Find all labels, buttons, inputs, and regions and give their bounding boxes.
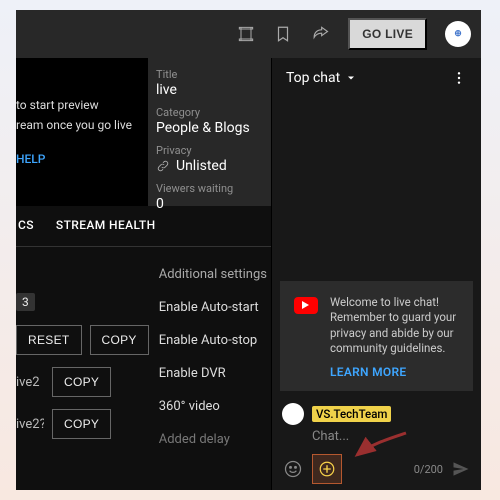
chat-panel: Top chat Welcome to live chat! Remember … xyxy=(271,58,481,490)
help-link[interactable]: HELP xyxy=(16,152,148,166)
viewers-value: 0 xyxy=(156,196,263,212)
privacy-value: Unlisted xyxy=(156,158,263,174)
settings-area: 3 RESET COPY ive2 COPY ive2? COPY xyxy=(16,247,271,447)
preview-line2: ream once you go live xyxy=(16,118,148,132)
copy-button-3[interactable]: COPY xyxy=(52,409,111,439)
chat-user-row: VS.TechTeam xyxy=(282,403,471,425)
dashboard-icon[interactable] xyxy=(236,24,256,44)
tab-stream-health[interactable]: STREAM HEALTH xyxy=(42,206,170,246)
link-icon xyxy=(156,159,170,173)
settings-right: Additional settings Enable Auto-start En… xyxy=(159,261,267,447)
chat-header: Top chat xyxy=(272,58,481,98)
app-window: GO LIVE ⊕ to start preview ream once you… xyxy=(16,10,481,490)
badge-3: 3 xyxy=(16,293,35,311)
notice-text: Welcome to live chat! Remember to guard … xyxy=(330,295,459,357)
reset-copy-row: RESET COPY xyxy=(16,325,149,355)
send-icon[interactable] xyxy=(451,459,471,479)
left-panel: to start preview ream once you go live H… xyxy=(16,58,271,490)
title-label: Title xyxy=(156,68,263,81)
setting-360[interactable]: 360° video xyxy=(159,399,267,414)
tabs: CS STREAM HEALTH xyxy=(16,206,271,247)
key-row-1: ive2 COPY xyxy=(16,367,149,397)
category-value: People & Blogs xyxy=(156,120,263,136)
settings-left: 3 RESET COPY ive2 COPY ive2? COPY xyxy=(16,261,149,447)
chat-input[interactable]: Chat... xyxy=(312,429,471,444)
category-label: Category xyxy=(156,106,263,119)
setting-auto-start[interactable]: Enable Auto-start xyxy=(159,300,267,315)
privacy-label: Privacy xyxy=(156,144,263,157)
copy-button-2[interactable]: COPY xyxy=(52,367,111,397)
chat-user-avatar xyxy=(282,403,304,425)
additional-settings-title: Additional settings xyxy=(159,267,267,282)
chat-bottom-bar: 0/200 xyxy=(272,450,481,490)
go-live-button[interactable]: GO LIVE xyxy=(348,18,427,50)
chat-mode-selector[interactable]: Top chat xyxy=(286,70,357,86)
setting-delay[interactable]: Added delay xyxy=(159,432,267,447)
chevron-down-icon xyxy=(345,72,357,84)
learn-more-link[interactable]: LEARN MORE xyxy=(330,365,459,379)
key-label-2: ive2? xyxy=(16,417,44,432)
copy-button-1[interactable]: COPY xyxy=(90,325,149,355)
chat-notice: Welcome to live chat! Remember to guard … xyxy=(280,281,473,391)
setting-auto-stop[interactable]: Enable Auto-stop xyxy=(159,333,267,348)
share-icon[interactable] xyxy=(310,24,330,44)
stream-preview: to start preview ream once you go live H… xyxy=(16,58,148,206)
key-label-1: ive2 xyxy=(16,375,44,390)
chat-username: VS.TechTeam xyxy=(312,406,391,422)
key-row-2: ive2? COPY xyxy=(16,409,149,439)
title-value: live xyxy=(156,82,263,98)
viewers-label: Viewers waiting xyxy=(156,182,263,195)
emoji-icon[interactable] xyxy=(282,458,304,480)
chat-menu-icon[interactable] xyxy=(451,70,467,86)
avatar[interactable]: ⊕ xyxy=(445,21,471,47)
preview-line1: to start preview xyxy=(16,98,148,112)
tab-analytics[interactable]: CS xyxy=(16,206,42,246)
setting-dvr[interactable]: Enable DVR xyxy=(159,366,267,381)
chat-body: Welcome to live chat! Remember to guard … xyxy=(272,98,481,397)
char-counter: 0/200 xyxy=(414,463,443,476)
content: to start preview ream once you go live H… xyxy=(16,58,481,490)
bookmark-icon[interactable] xyxy=(274,25,292,43)
reset-button[interactable]: RESET xyxy=(16,325,82,355)
preview-row: to start preview ream once you go live H… xyxy=(16,58,271,206)
stream-meta: Title live Category People & Blogs Priva… xyxy=(148,58,271,206)
chat-input-area: VS.TechTeam Chat... xyxy=(272,397,481,450)
youtube-icon xyxy=(294,297,318,314)
topbar: GO LIVE ⊕ xyxy=(16,10,481,58)
super-chat-button[interactable] xyxy=(312,454,342,484)
